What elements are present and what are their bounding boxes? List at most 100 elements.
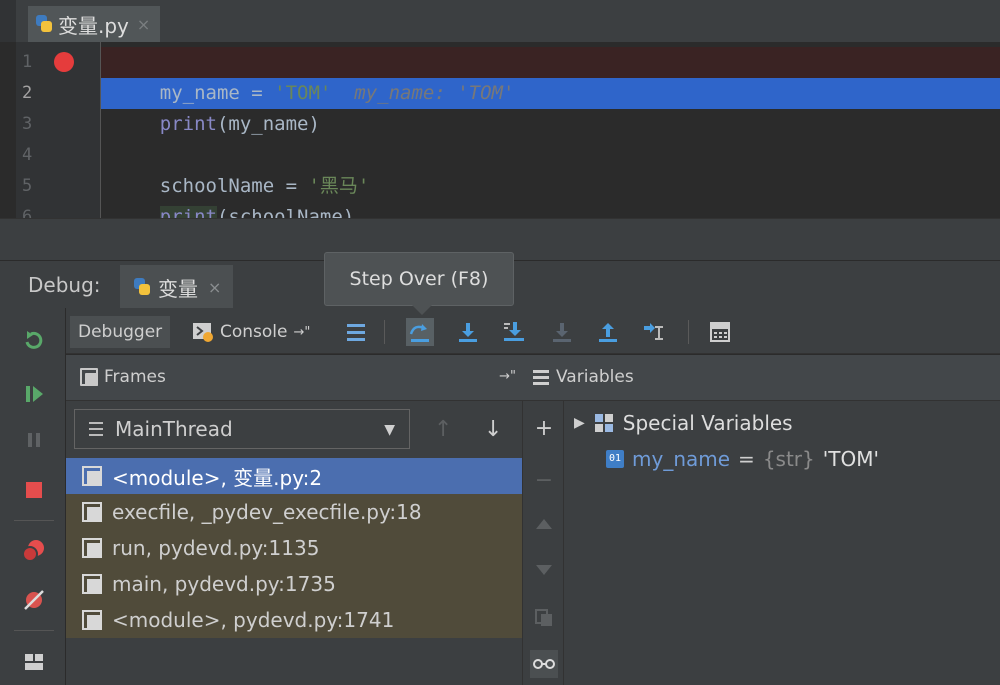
code-editor[interactable]: 1 2 3 4 5 6 my_name = 'TOM' my_name: 'TO… [0,42,1000,218]
frame-icon [82,538,102,558]
frame-item[interactable]: execfile, _pydev_execfile.py:18 [66,494,522,530]
tree-node-special-variables[interactable]: ▶ Special Variables [574,407,793,439]
close-icon[interactable]: × [208,278,221,297]
thread-icon [89,422,103,436]
tooltip-text: Step Over (F8) [349,268,489,290]
line-number: 4 [22,145,33,165]
variables-header: Variables [522,355,1000,401]
builtin-function: print [159,206,217,218]
frames-panel: MainThread ▼ ↑ ↓ <module>, 变量.py:2 execf… [66,401,522,685]
code-text: (my_name) [216,113,320,135]
move-up-icon[interactable] [530,510,558,538]
frame-item[interactable]: main, pydevd.py:1735 [66,566,522,602]
frame-label: main, pydevd.py:1735 [112,572,336,596]
debug-session-tab[interactable]: 变量 × [120,265,234,309]
file-tab[interactable]: 变量.py × [28,6,161,42]
line-number: 2 [22,83,33,103]
stop-icon[interactable] [22,478,46,502]
remove-watch-icon[interactable]: − [530,466,558,494]
debug-session-label: 变量 [158,276,198,301]
debug-top-toolbar: Debugger Console →" [66,308,1000,354]
variable-type: {str} [762,447,815,471]
tooltip-arrow [412,305,432,315]
variables-side-toolbar [522,401,564,685]
console-icon [193,323,213,342]
close-icon[interactable]: × [137,15,150,34]
next-frame-icon[interactable]: ↓ [484,417,502,442]
variables-tree: ▶ Special Variables 01 my_name = {str} '… [564,401,1000,685]
frames-title-label: Frames [104,367,166,387]
editor-tab-bar: 变量.py × [0,0,1000,42]
str-type-icon: 01 [606,450,624,468]
pin-tab-icon[interactable]: →" [294,325,311,340]
frame-icon [82,610,102,630]
move-down-icon[interactable] [530,556,558,584]
force-step-into-icon[interactable] [548,318,576,346]
thread-dropdown[interactable]: MainThread ▼ [74,409,410,449]
frame-label: execfile, _pydev_execfile.py:18 [112,500,422,524]
debug-left-toolbar [0,308,66,685]
variable-name: my_name [632,447,731,471]
toolbar-separator [688,320,689,344]
step-over-tooltip: Step Over (F8) [324,252,514,306]
frames-header: Frames →" [66,355,522,401]
tab-debugger[interactable]: Debugger [70,316,171,348]
step-into-my-code-icon[interactable] [500,318,528,346]
step-over-icon[interactable] [406,318,434,346]
variables-title-label: Variables [556,367,634,387]
frame-icon [82,574,102,594]
toolbar-separator [14,520,54,521]
tool-window-strip [0,0,16,42]
previous-frame-icon[interactable]: ↑ [434,417,452,442]
python-file-icon [34,14,54,34]
step-into-icon[interactable] [454,318,482,346]
pin-icon[interactable]: →" [499,369,516,384]
variables-title: Variables [532,367,634,387]
tab-console[interactable]: Console →" [184,316,318,348]
variable-equals: = [738,447,755,471]
variables-icon [533,370,549,385]
pause-icon[interactable] [22,428,46,452]
line-number: 1 [22,52,33,72]
file-tab-label: 变量.py [58,13,129,38]
python-icon [132,277,152,297]
copy-watch-icon[interactable] [530,604,558,632]
frame-item[interactable]: run, pydevd.py:1135 [66,530,522,566]
rerun-icon[interactable] [22,328,46,352]
chevron-down-icon: ▼ [384,422,395,438]
code-text: (schoolName) [216,206,355,218]
variable-row[interactable]: 01 my_name = {str} 'TOM' [606,443,879,475]
frame-label: <module>, 变量.py:2 [112,465,323,490]
view-breakpoints-icon[interactable] [22,538,46,562]
resume-icon[interactable] [22,382,46,406]
builtin-function: print [159,113,217,135]
toolbar-separator [384,320,385,344]
expand-arrow-icon[interactable]: ▶ [574,415,585,431]
show-execution-point-icon[interactable] [342,318,370,346]
special-variables-icon [594,414,613,432]
tab-debugger-label: Debugger [78,322,163,342]
inline-value-hint: my_name: 'TOM' [354,82,515,104]
frame-label: run, pydevd.py:1135 [112,536,320,560]
frame-item[interactable]: <module>, pydevd.py:1741 [66,602,522,638]
special-variables-label: Special Variables [622,411,793,435]
line-number: 5 [22,176,33,196]
breakpoint-icon[interactable] [54,52,74,72]
code-line-5: print(schoolName) [114,171,354,218]
run-to-cursor-icon[interactable] [640,318,668,346]
toolbar-separator [14,630,54,631]
frame-icon [82,502,102,522]
step-out-icon[interactable] [594,318,622,346]
frame-item[interactable]: <module>, 变量.py:2 [66,458,522,494]
line-number: 3 [22,114,33,134]
thread-name: MainThread [115,417,233,441]
evaluate-expression-icon[interactable] [706,318,734,346]
mute-breakpoints-icon[interactable] [22,588,46,612]
variable-value: 'TOM' [822,447,879,471]
add-watch-icon[interactable]: + [530,414,558,442]
line-number: 6 [22,207,33,218]
debug-label: Debug: [28,273,101,297]
layout-icon[interactable] [22,650,46,674]
show-watches-icon[interactable] [530,650,558,678]
frame-icon [82,466,102,486]
